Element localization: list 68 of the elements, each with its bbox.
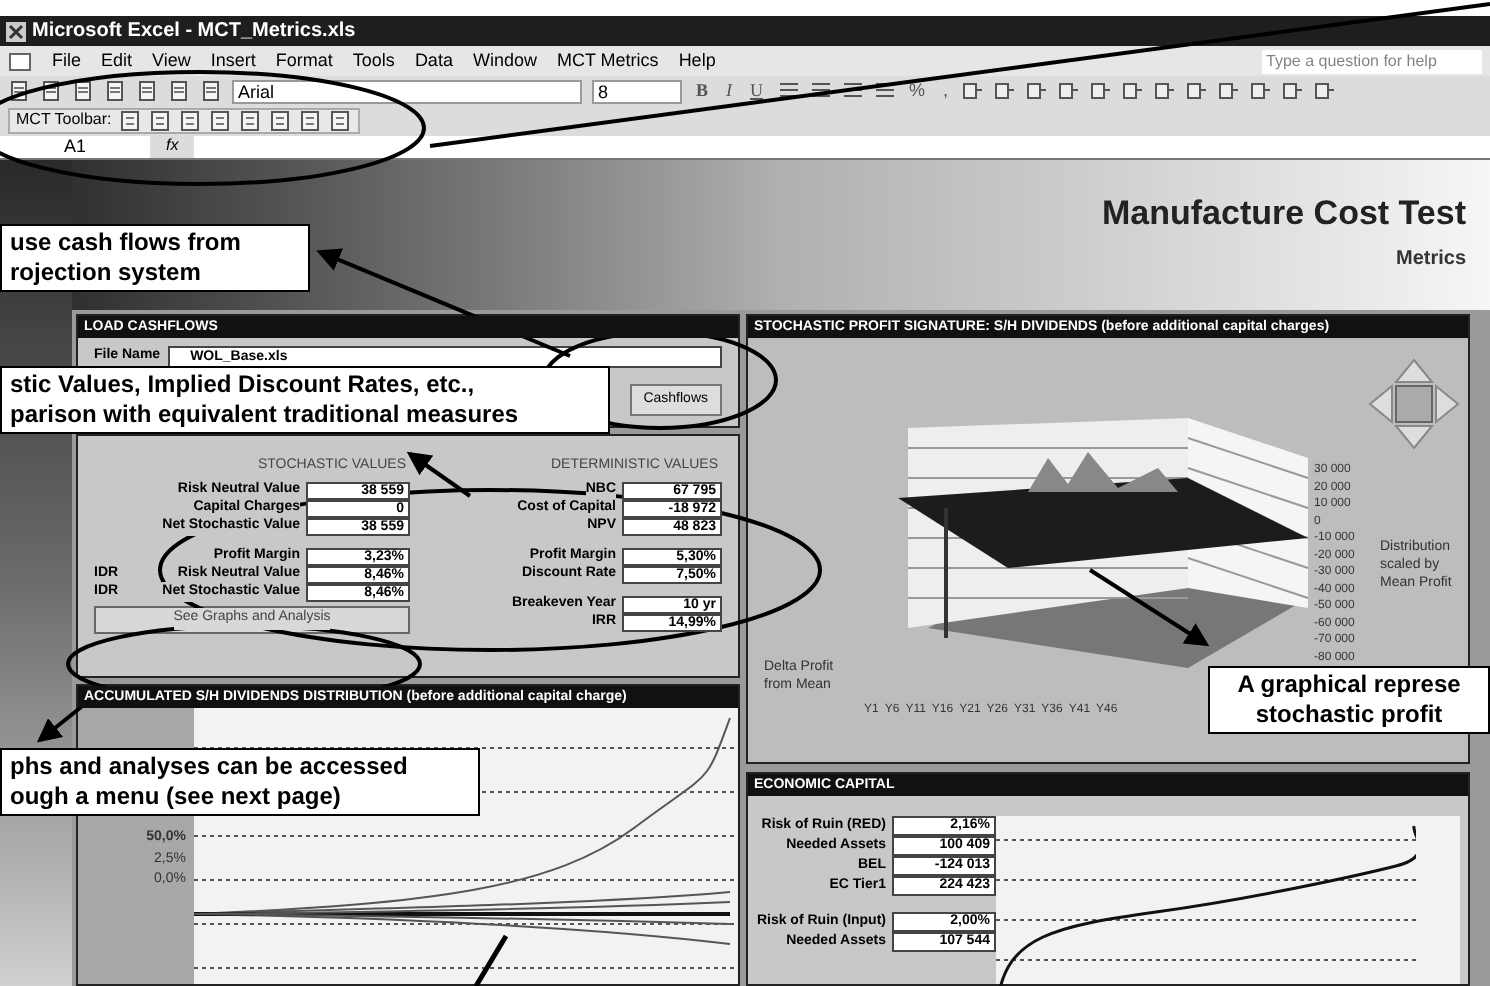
annotation-arrow — [1088, 568, 1210, 647]
function-button[interactable]: fx — [154, 134, 191, 158]
toolbar-icon[interactable] — [299, 109, 322, 131]
toolbar-icon[interactable] — [1282, 80, 1305, 102]
toolbar-icon[interactable] — [1090, 80, 1113, 102]
callout-text: use cash flows from — [10, 228, 243, 258]
toolbar-icon[interactable] — [962, 80, 985, 102]
toolbar-label: MCT Toolbar: — [16, 108, 112, 132]
menu-item[interactable]: Edit — [101, 47, 133, 75]
font-size-field[interactable]: 8 — [592, 79, 682, 103]
format-button[interactable]: B — [692, 77, 713, 105]
toolbar-icon[interactable] — [209, 109, 232, 131]
callout-text: ough a menu (see next page) — [10, 782, 343, 812]
rotate-control-icon[interactable] — [1368, 358, 1460, 450]
toolbar-icon[interactable] — [1314, 80, 1337, 102]
toolbar-icon[interactable] — [239, 109, 262, 131]
menu-item[interactable]: Tools — [352, 47, 395, 75]
format-button[interactable]: U — [746, 77, 768, 105]
help-search-field[interactable]: Type a question for help — [1262, 49, 1482, 73]
callout-text: stochastic profit — [1253, 700, 1445, 730]
menu-item[interactable]: File — [52, 47, 82, 75]
toolbar-icon[interactable] — [329, 109, 352, 131]
window-title: Microsoft Excel - MCT_Metrics.xls — [32, 18, 356, 46]
number-format-button[interactable]: % — [905, 77, 930, 105]
toolbar-icon[interactable] — [149, 109, 172, 131]
toolbar-icon[interactable] — [994, 80, 1017, 102]
format-button[interactable]: I — [722, 77, 737, 105]
callout-text: phs and analyses can be accessed — [10, 752, 410, 782]
toolbar-icon[interactable] — [1186, 80, 1209, 102]
toolbar-icon[interactable] — [1122, 80, 1145, 102]
report-title: Manufacture Cost Test — [1102, 192, 1466, 236]
align-icon[interactable] — [809, 80, 832, 102]
align-icon[interactable] — [873, 80, 896, 102]
menu-item[interactable]: MCT Metrics — [556, 47, 659, 75]
toolbar-icon[interactable] — [1154, 80, 1177, 102]
document-icon[interactable] — [168, 80, 190, 102]
toolbar-icon[interactable] — [1026, 80, 1049, 102]
toolbar-icon[interactable] — [179, 109, 202, 131]
toolbar-icon[interactable] — [119, 109, 142, 131]
formula-input[interactable] — [194, 135, 1490, 157]
toolbar-icon[interactable] — [269, 109, 292, 131]
callout-text: A graphical represe — [1235, 670, 1463, 700]
align-icon[interactable] — [777, 80, 800, 102]
document-icon[interactable] — [72, 80, 94, 102]
callout-text: parison with equivalent traditional measures — [10, 400, 521, 430]
sheet-icon[interactable] — [8, 51, 32, 71]
number-format-button[interactable]: , — [939, 77, 953, 105]
menu-item[interactable]: Window — [472, 47, 537, 75]
annotation-arrow — [406, 451, 472, 498]
menu-item[interactable]: View — [152, 47, 191, 75]
excel-icon — [6, 21, 26, 41]
menu-item[interactable]: Data — [414, 47, 453, 75]
menu-item[interactable]: Insert — [210, 47, 256, 75]
document-icon[interactable] — [136, 80, 158, 102]
menu-item[interactable]: Help — [678, 47, 716, 75]
toolbar-icon[interactable] — [1058, 80, 1081, 102]
callout-text: stic Values, Implied Discount Rates, etc., — [10, 370, 477, 400]
callout-text: rojection system — [10, 258, 203, 288]
document-icon[interactable] — [200, 80, 222, 102]
toolbar-icon[interactable] — [1250, 80, 1273, 102]
report-subtitle: Metrics — [1395, 245, 1466, 273]
name-box[interactable]: A1 — [0, 135, 150, 157]
document-icon[interactable] — [104, 80, 126, 102]
align-icon[interactable] — [841, 80, 864, 102]
annotation-line — [473, 934, 509, 986]
toolbar-icon[interactable] — [1218, 80, 1241, 102]
font-field[interactable]: Arial — [232, 79, 582, 103]
menu-item[interactable]: Format — [275, 47, 333, 75]
